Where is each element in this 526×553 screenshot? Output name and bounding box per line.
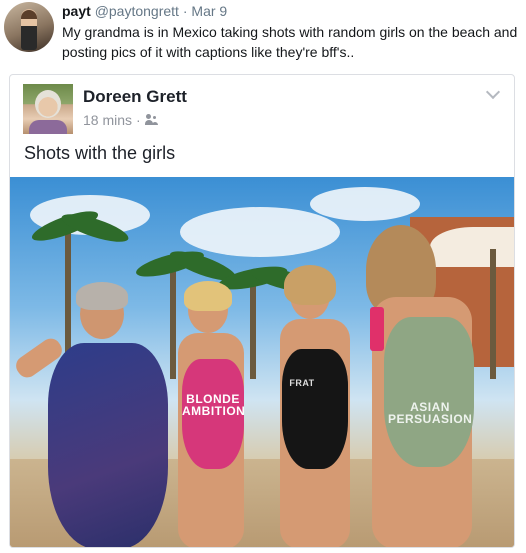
chevron-down-icon [486,89,500,99]
profile-avatar[interactable] [4,2,54,52]
fb-post-photo: BLONDE AMBITION FRAT ASIAN PERSUASION [10,177,514,547]
display-name[interactable]: payt [62,3,91,19]
facebook-post-screenshot[interactable]: Doreen Grett 18 mins · Shots with the gi… [9,74,515,548]
tweet: payt @paytongrett · Mar 9 My grandma is … [0,0,526,553]
pink-phone [370,307,384,351]
tweet-date[interactable]: Mar 9 [191,3,227,19]
friends-icon [144,114,159,126]
swimsuit-text-3: ASIAN PERSUASION [388,400,473,426]
header-separator: · [182,3,188,19]
tweet-text: My grandma is in Mexico taking shots wit… [62,24,518,60]
fb-author-avatar [23,84,73,134]
user-handle[interactable]: @paytongrett [95,3,179,19]
swimsuit-text-1: BLONDE AMBITION [182,392,246,418]
fb-post-caption: Shots with the girls [24,143,176,163]
fb-meta-separator: · [136,112,141,128]
fb-author-name: Doreen Grett [83,87,187,106]
fb-post-meta: 18 mins · [83,112,159,128]
fb-post-time: 18 mins [83,112,133,128]
tweet-header: payt @paytongrett · Mar 9 [62,3,227,19]
swimsuit-text-2: FRAT [289,378,315,388]
